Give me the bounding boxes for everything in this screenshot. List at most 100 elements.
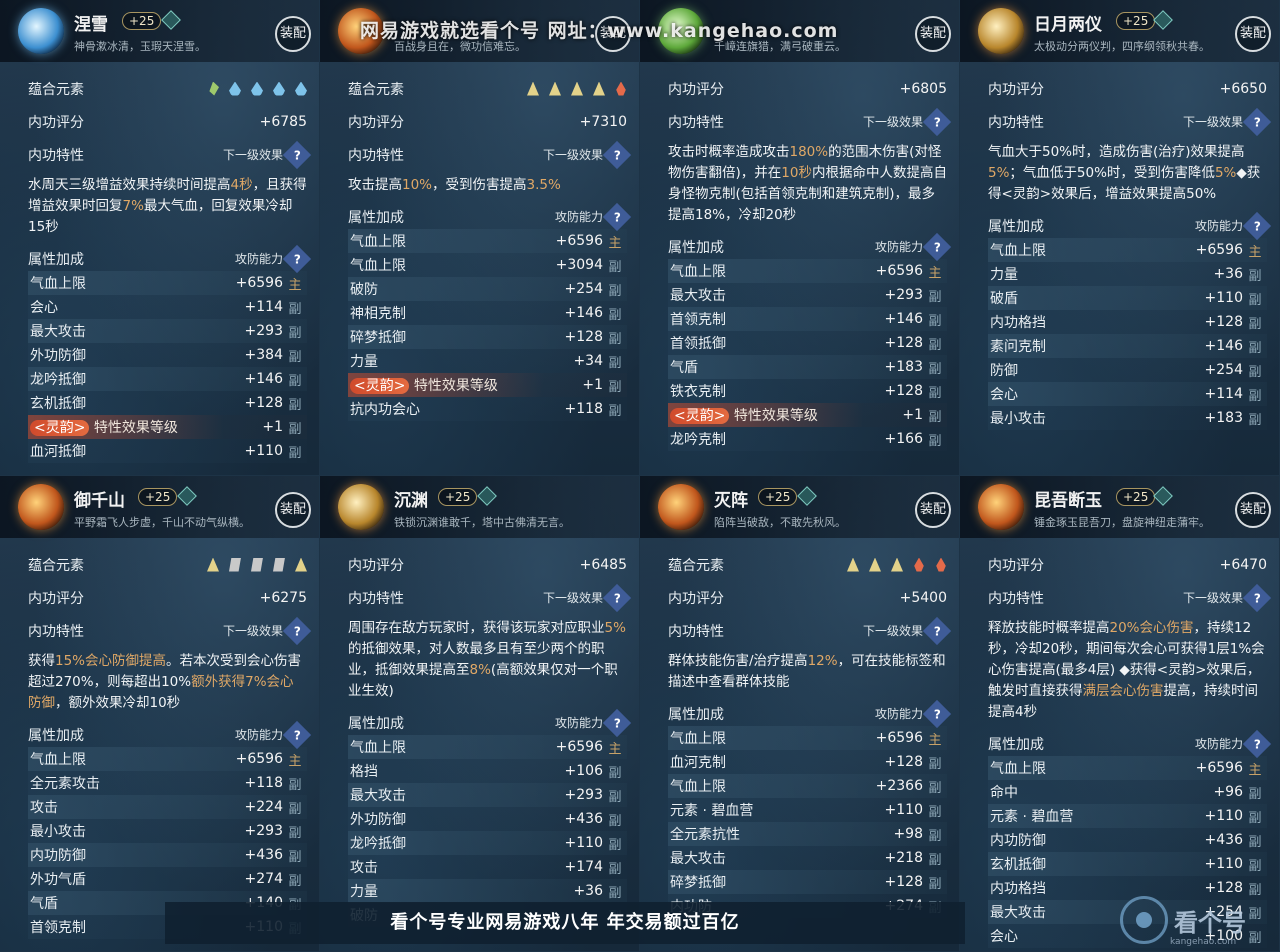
attr-name: 最大攻击 (990, 905, 1046, 921)
attr-name: 最大攻击 (670, 851, 726, 867)
attr-name-cell: 最小攻击 (30, 821, 213, 841)
help-icon[interactable]: ? (602, 202, 632, 231)
sub-attr-icon: 副 (928, 828, 942, 844)
sub-attr-icon: 副 (1248, 834, 1262, 850)
sub-attr-icon: 副 (928, 804, 942, 820)
help-icon[interactable]: ? (922, 107, 952, 136)
trait-row: 内功特性 下一级效果? (988, 105, 1272, 138)
attr-ability-button[interactable]: 攻防能力? (555, 708, 632, 737)
attr-value: +128 (564, 329, 603, 345)
attr-row: 力量 +36 副 (988, 262, 1267, 286)
attr-value: +98 (893, 826, 923, 842)
skill-emblem-icon (18, 484, 64, 530)
attr-row: 气血上限 +3094 副 (348, 253, 627, 277)
attr-ability-button[interactable]: 攻防能力? (235, 720, 312, 749)
help-icon[interactable]: ? (922, 699, 952, 728)
help-icon[interactable]: ? (282, 616, 312, 645)
sub-attr-icon: 副 (1248, 340, 1262, 356)
next-level-button[interactable]: 下一级效果? (1183, 107, 1272, 136)
next-level-button[interactable]: 下一级效果? (543, 140, 632, 169)
skill-desc: 陷阵当破敌，不敢先秋风。 (714, 516, 846, 529)
score-value: +6805 (899, 80, 947, 97)
attr-value: +436 (244, 847, 283, 863)
help-icon[interactable]: ? (922, 232, 952, 261)
next-level-button[interactable]: 下一级效果? (543, 583, 632, 612)
attr-value: +2366 (875, 778, 923, 794)
attr-row: 全元素攻击 +118 副 (28, 771, 307, 795)
attr-value: +128 (884, 754, 923, 770)
help-icon[interactable]: ? (1242, 583, 1272, 612)
equip-button[interactable]: 装配 (915, 492, 951, 528)
score-row: 内功评分 +6275 (28, 581, 307, 614)
attr-name: 龙吟抵御 (350, 836, 406, 852)
sub-attr-icon: 副 (608, 789, 622, 805)
help-icon[interactable]: ? (602, 583, 632, 612)
attr-label: 属性加成 (28, 251, 84, 268)
attr-ability-button[interactable]: 攻防能力? (235, 244, 312, 273)
attr-row: 龙吟抵御 +110 副 (348, 831, 627, 855)
earth-element-icon (869, 557, 881, 572)
score-label: 内功评分 (988, 81, 1044, 98)
next-level-label: 下一级效果 (1182, 591, 1243, 605)
next-level-button[interactable]: 下一级效果? (1182, 583, 1272, 612)
next-level-button[interactable]: 下一级效果? (223, 140, 312, 169)
attr-name: 气血上限 (30, 276, 86, 292)
attr-name-cell: 破盾 (990, 288, 1173, 308)
attr-value: +436 (564, 811, 603, 827)
attr-label: 属性加成 (668, 706, 724, 723)
attr-value: +36 (573, 883, 603, 899)
elements-label: 蕴合元素 (668, 557, 724, 574)
help-icon[interactable]: ? (282, 140, 312, 169)
help-icon[interactable]: ? (602, 708, 632, 737)
help-icon[interactable]: ? (922, 616, 952, 645)
panel-body: 蕴合元素 内功评分 +5400 内功特性 下一级效果? 群体技能伤害/治疗提高12%，可在… (668, 548, 952, 918)
equip-button[interactable]: 装配 (275, 492, 311, 528)
attr-value: +218 (884, 850, 923, 866)
trait-label: 内功特性 (348, 590, 404, 607)
help-icon[interactable]: ? (282, 720, 312, 749)
attr-row: <灵韵> 特性效果等级 +1 副 (668, 403, 947, 427)
attr-value: +110 (564, 835, 603, 851)
attr-name: 碎梦抵御 (670, 875, 726, 891)
equip-button[interactable]: 装配 (1235, 16, 1271, 52)
panel-body: 内功评分 +6470 内功特性 下一级效果? 释放技能时概率提高20%会心伤害，持续12… (988, 548, 1272, 948)
elements-label: 蕴合元素 (28, 557, 84, 574)
help-icon[interactable]: ? (282, 244, 312, 273)
attr-name-cell: 气血上限 (30, 273, 213, 293)
attr-row: 最大攻击 +293 副 (348, 783, 627, 807)
next-level-button[interactable]: 下一级效果? (223, 616, 312, 645)
metal-element-icon (229, 557, 241, 572)
trait-description: 攻击时概率造成攻击180%的范围木伤害(对怪物伤害翻倍)，并在10秒内根据命中人… (668, 142, 947, 226)
attr-row: 气血上限 +6596 主 (988, 238, 1267, 262)
equip-button[interactable]: 装配 (915, 16, 951, 52)
attr-value: +110 (1204, 856, 1243, 872)
next-level-button[interactable]: 下一级效果? (863, 616, 952, 645)
attr-name: 神相克制 (350, 306, 406, 322)
trait-highlight: 5% (604, 620, 626, 636)
help-icon[interactable]: ? (1242, 211, 1272, 240)
equip-button[interactable]: 装配 (275, 16, 311, 52)
next-level-button[interactable]: 下一级效果? (863, 107, 952, 136)
attr-ability-button[interactable]: 攻防能力? (875, 232, 952, 261)
skill-name: 日月两仪 (1034, 15, 1102, 35)
attr-ability-button[interactable]: 攻防能力? (1195, 211, 1272, 240)
skill-emblem-icon (978, 484, 1024, 530)
help-icon[interactable]: ? (602, 140, 632, 169)
attr-row: 铁衣克制 +128 副 (668, 379, 947, 403)
attr-list: 气血上限 +6596 主力量 +36 副破盾 +110 副内功格挡 +128 副素问克制 +146… (988, 238, 1267, 430)
help-icon[interactable]: ? (1242, 107, 1272, 136)
attr-ability-button[interactable]: 攻防能力? (1195, 729, 1272, 758)
skill-emblem-icon (18, 8, 64, 54)
help-icon[interactable]: ? (1242, 729, 1272, 758)
panel-body: 蕴合元素 内功评分 +6785 内功特性 下一级效果? 水周天三级增益效果持续时间提高4秒… (28, 72, 312, 463)
attr-name: 攻击 (30, 800, 58, 816)
attr-value: +128 (244, 395, 283, 411)
equip-button[interactable]: 装配 (1235, 492, 1271, 528)
attr-name-cell: 气血上限 (670, 776, 853, 796)
attr-value: +1 (582, 377, 603, 393)
attr-name: 碎梦抵御 (350, 330, 406, 346)
attr-value: +274 (244, 871, 283, 887)
attr-name-cell: 最大攻击 (670, 848, 853, 868)
attr-ability-button[interactable]: 攻防能力? (555, 202, 632, 231)
attr-ability-button[interactable]: 攻防能力? (875, 699, 952, 728)
